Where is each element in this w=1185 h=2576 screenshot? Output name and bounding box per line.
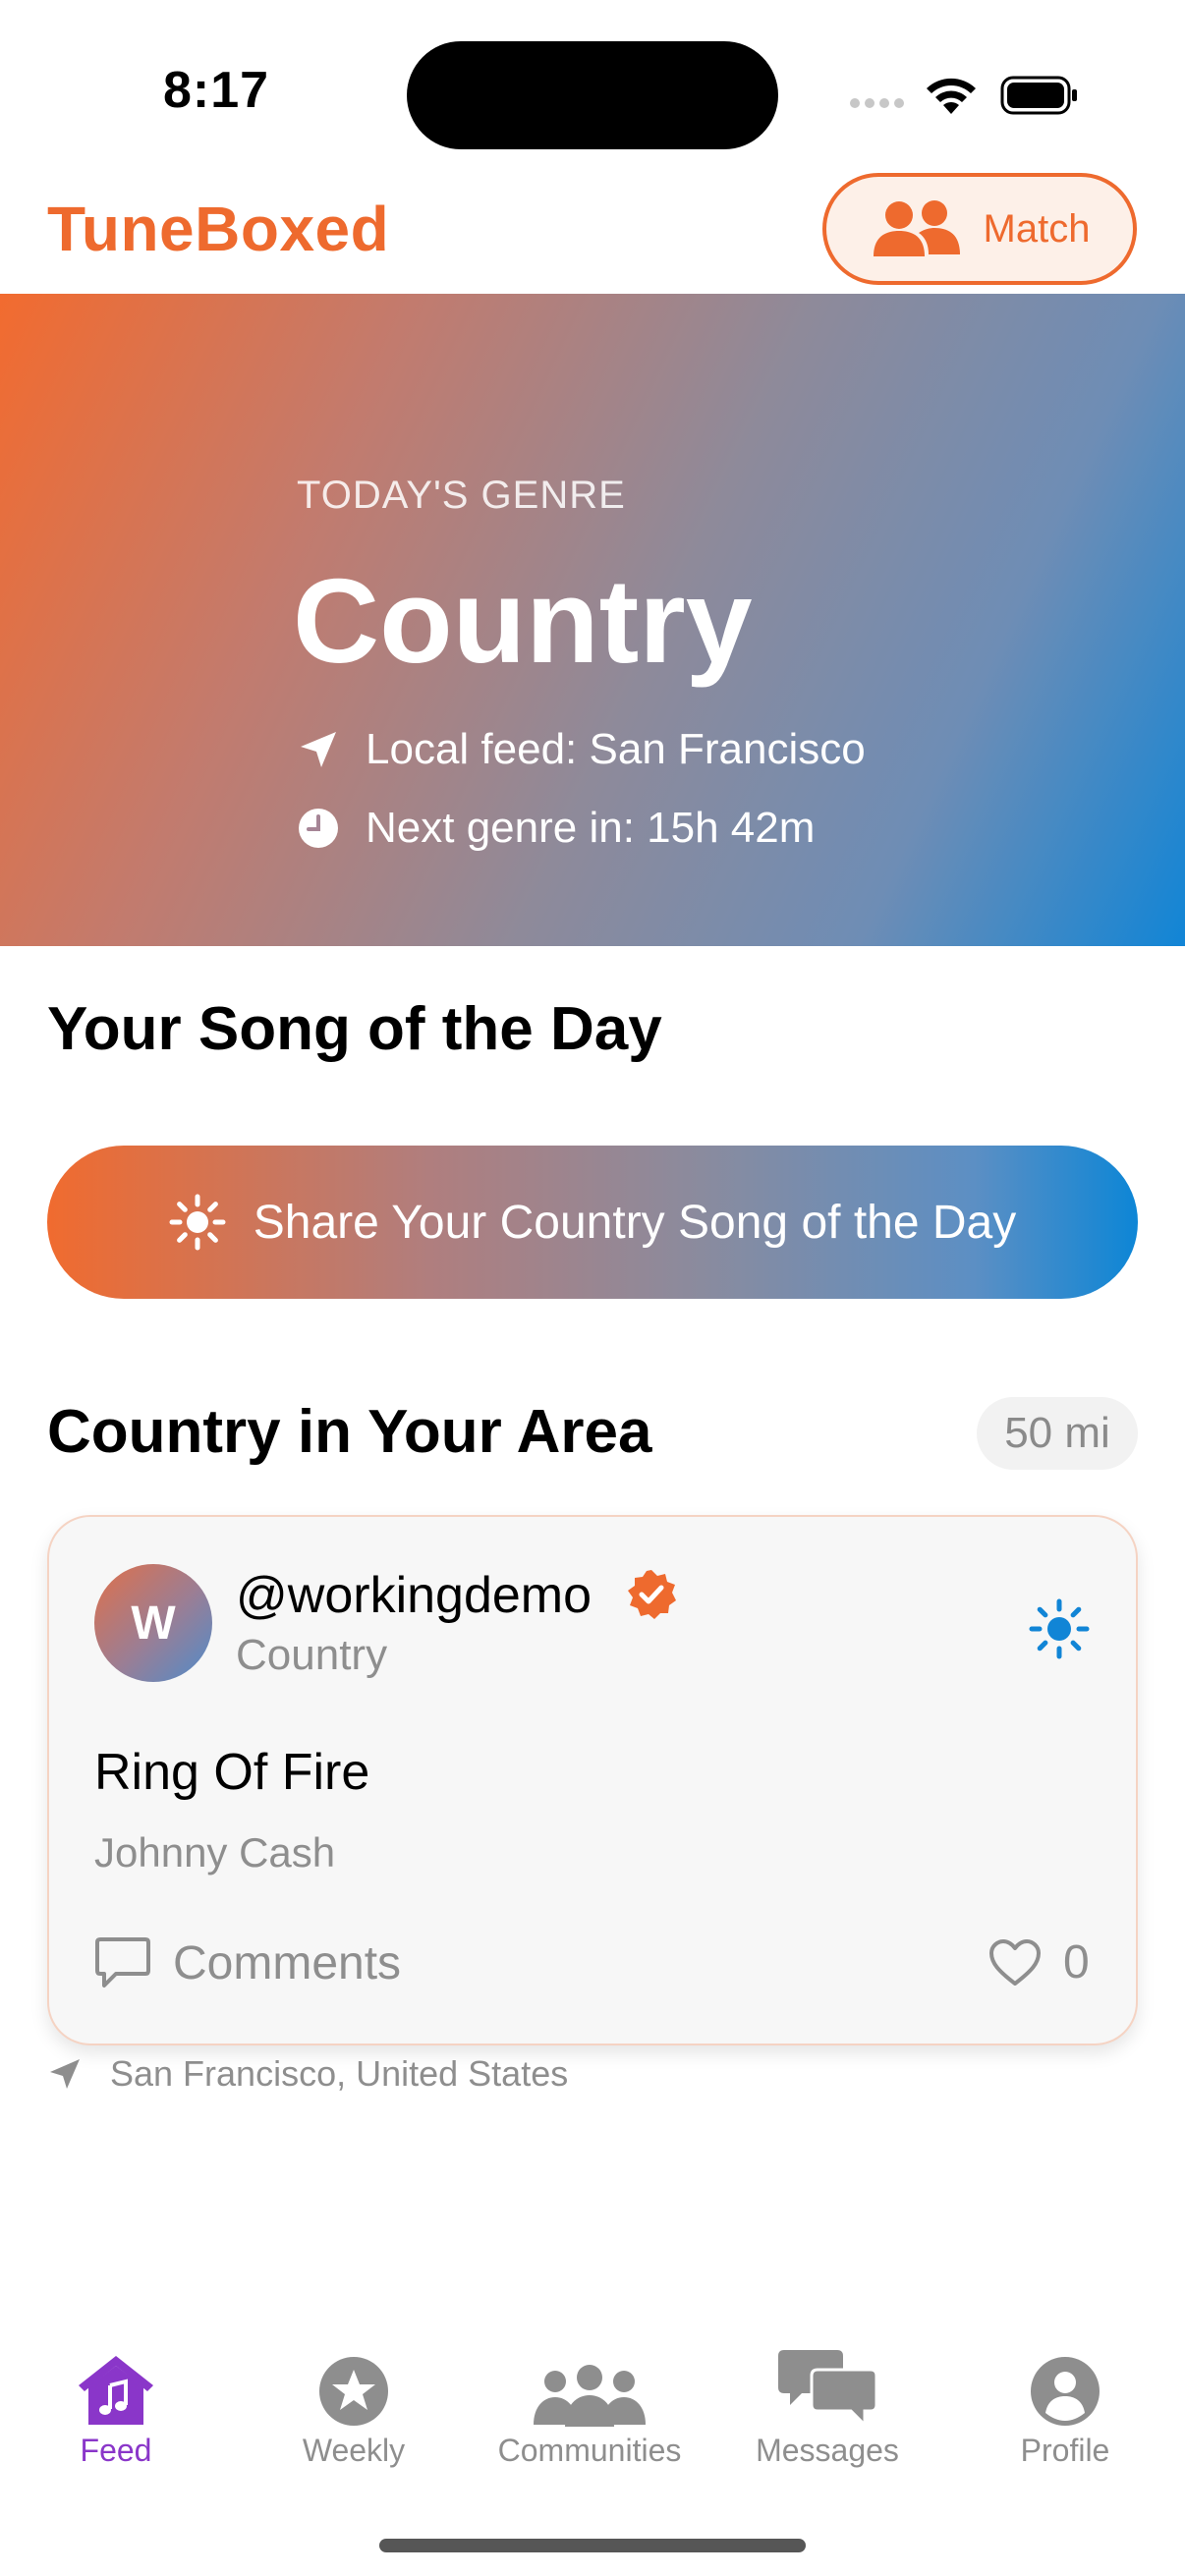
location-arrow-icon [50,2059,80,2089]
comments-label: Comments [173,1936,402,1989]
status-time: 8:17 [162,62,270,119]
home-music-icon [79,2356,153,2425]
verified-badge-icon [628,1570,676,1619]
post-location-row: San Francisco, United States [47,2053,568,2095]
local-feed-text: Local feed: San Francisco [366,725,866,773]
tab-weekly[interactable]: Weekly [255,2348,452,2469]
cellular-signal-icon [850,98,904,108]
comments-button[interactable]: Comments [94,1935,401,1990]
app-title: TuneBoxed [47,194,390,264]
hero-genre-title: Country [293,554,753,688]
home-indicator[interactable] [379,2539,806,2552]
heart-icon [989,1938,1041,1986]
clock-icon [299,809,338,848]
tab-weekly-label: Weekly [302,2433,406,2468]
sun-icon [169,1194,226,1251]
post-genre: Country [236,1631,388,1679]
avatar[interactable]: W [94,1564,212,1682]
wifi-icon [927,78,976,114]
match-button[interactable]: Match [822,173,1137,285]
tab-messages[interactable]: Messages [729,2348,926,2469]
local-feed-row: Local feed: San Francisco [297,725,866,774]
post-song-title: Ring Of Fire [94,1744,370,1801]
comment-bubble-icon [95,1937,150,1988]
post-location: San Francisco, United States [110,2053,569,2094]
song-of-day-title: Your Song of the Day [47,995,662,1063]
star-circle-icon [319,2357,388,2426]
hero-eyebrow: TODAY'S GENRE [297,474,626,517]
chat-bubbles-icon [778,2350,876,2427]
area-section-title: Country in Your Area [47,1398,652,1466]
people-icon [534,2365,646,2427]
match-label: Match [983,206,1091,251]
tab-profile-label: Profile [1020,2433,1110,2468]
person-circle-icon [1031,2357,1100,2426]
share-song-label: Share Your Country Song of the Day [253,1196,1017,1249]
like-button[interactable]: 0 [988,1935,1090,1989]
like-count: 0 [1063,1936,1090,1988]
tab-messages-label: Messages [756,2433,899,2468]
post-artist: Johnny Cash [94,1829,336,1876]
people-icon [873,200,960,256]
radius-chip[interactable]: 50 mi [977,1397,1138,1470]
sun-icon[interactable] [1028,1597,1091,1660]
tab-communities[interactable]: Communities [491,2348,688,2469]
post-username[interactable]: @workingdemo [236,1566,592,1625]
next-genre-text: Next genre in: 15h 42m [366,804,816,852]
tab-feed-label: Feed [80,2433,152,2468]
tab-feed[interactable]: Feed [18,2348,214,2469]
tab-profile[interactable]: Profile [967,2348,1163,2469]
tab-communities-label: Communities [497,2433,682,2468]
location-arrow-icon [301,732,336,767]
share-song-button[interactable]: Share Your Country Song of the Day [47,1146,1138,1299]
battery-icon [1000,76,1077,115]
next-genre-row: Next genre in: 15h 42m [297,804,815,853]
dynamic-island [407,41,778,149]
